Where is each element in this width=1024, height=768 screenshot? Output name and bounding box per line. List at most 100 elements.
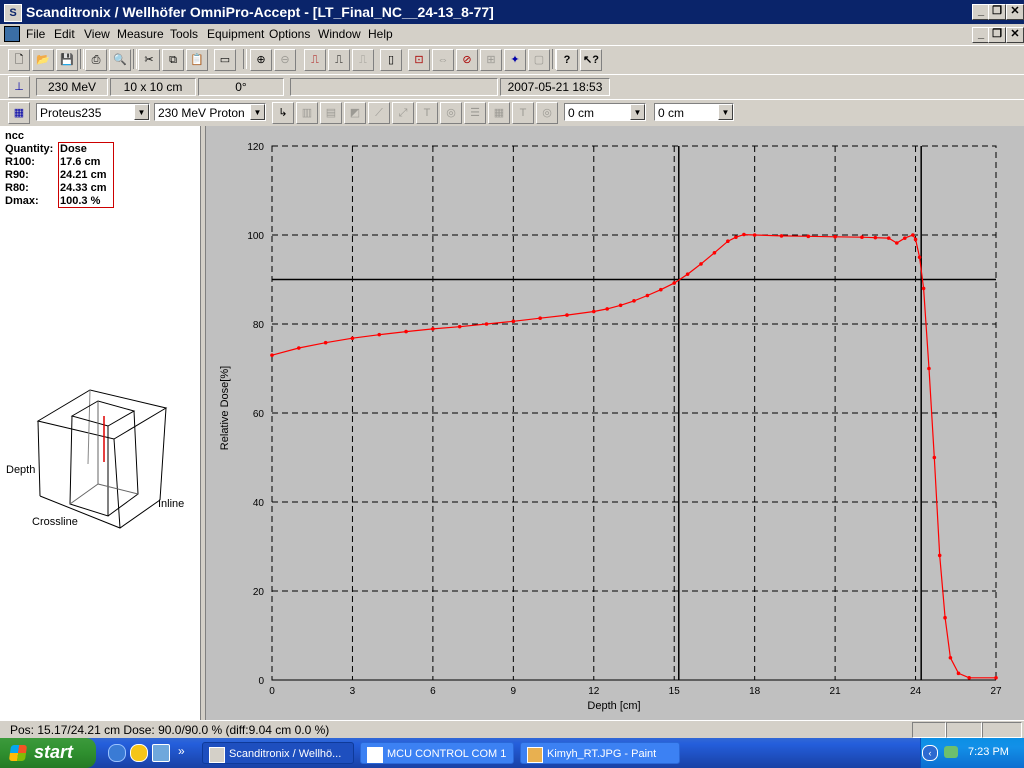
clock: 7:23 PM (968, 746, 1009, 758)
restore-button[interactable]: ❐ (988, 4, 1006, 20)
profile-compare-icon[interactable]: ⎍ (352, 49, 374, 71)
grid-icon[interactable]: ▦ (488, 102, 510, 124)
table-icon[interactable]: ▦ (8, 102, 30, 124)
task-paint[interactable]: Kimyh_RT.JPG - Paint (520, 742, 680, 764)
doc-close-button[interactable]: ✕ (1006, 27, 1024, 43)
y-tick-label: 20 (253, 587, 265, 598)
offset2-select[interactable]: 0 cm ▼ (654, 103, 734, 121)
data-point (911, 233, 915, 237)
ring-icon[interactable]: ◎ (440, 102, 462, 124)
inline-axis-label: Inline (158, 498, 185, 510)
diagonal-icon[interactable]: ◩ (344, 102, 366, 124)
network-icon[interactable] (944, 746, 958, 758)
media-player-icon[interactable] (130, 744, 148, 762)
menu-window[interactable]: Window (318, 27, 361, 41)
crossline-icon[interactable]: ▤ (320, 102, 342, 124)
frame-icon[interactable]: ▯ (380, 49, 402, 71)
data-point (685, 272, 690, 276)
zoom-out-icon[interactable]: ⊖ (274, 49, 296, 71)
dmax-label: Dmax: (5, 195, 39, 207)
document-icon[interactable] (4, 26, 20, 42)
scan-settings-icon[interactable]: ⊥ (8, 76, 30, 98)
chevron-down-icon[interactable]: ▼ (134, 104, 149, 120)
app-icon (209, 747, 225, 763)
menu-options[interactable]: Options (269, 27, 310, 41)
ruler-icon[interactable]: ⤢ (392, 102, 414, 124)
data-point (921, 286, 926, 291)
datetime-field: 2007-05-21 18:53 (500, 78, 610, 96)
display-icon[interactable]: ▭ (214, 49, 236, 71)
target-icon[interactable]: ◎ (536, 102, 558, 124)
inline-icon[interactable]: ▥ (296, 102, 318, 124)
data-point (967, 675, 971, 680)
ie-icon[interactable] (108, 744, 126, 762)
depth-dose-chart[interactable]: 0 3 6 9 12 15 18 21 24 27 0 20 40 60 80 100 120 Depth [c… (206, 126, 1024, 720)
beam-icon[interactable]: ✦ (504, 49, 526, 71)
help-icon[interactable]: ? (556, 49, 578, 71)
menu-edit[interactable]: Edit (54, 27, 75, 41)
export-icon[interactable]: ▢ (528, 49, 550, 71)
print-icon[interactable]: ⎙ (85, 49, 107, 71)
task-omnipro[interactable]: Scanditronix / Wellhö... (202, 742, 354, 764)
profile-icon[interactable]: ⎍ (304, 49, 326, 71)
chevron-down-icon[interactable]: ▼ (718, 104, 733, 120)
machine-select[interactable]: Proteus235 ▼ (36, 103, 150, 121)
beam-select-value: 230 MeV Proton (158, 106, 245, 120)
analysis-icon[interactable]: ⊞ (480, 49, 502, 71)
data-point (913, 237, 918, 242)
app-icon[interactable]: S (4, 4, 22, 22)
cut-icon[interactable]: ✂ (138, 49, 160, 71)
scan-type-icon[interactable]: ↳ (272, 102, 294, 124)
geometry-cube-diagram (36, 389, 168, 529)
task-mcu-control[interactable]: MCU CONTROL COM 1 (360, 742, 514, 764)
data-point (297, 346, 301, 350)
paste-icon[interactable]: 📋 (186, 49, 208, 71)
data-point (457, 324, 462, 329)
normalize-icon[interactable]: ⊘ (456, 49, 478, 71)
open-icon[interactable]: 📂 (32, 49, 54, 71)
status-panel (982, 722, 1022, 738)
y-tick-label: 120 (247, 142, 264, 153)
tray-expand-icon[interactable]: ‹ (922, 745, 938, 761)
y-tick-label: 80 (253, 320, 265, 331)
menu-tools[interactable]: Tools (170, 27, 198, 41)
center-icon[interactable]: ⊡ (408, 49, 430, 71)
offset1-select[interactable]: 0 cm ▼ (564, 103, 646, 121)
menu-help[interactable]: Help (368, 27, 393, 41)
lines-icon[interactable]: ☰ (464, 102, 486, 124)
chart-ticks: 0 3 6 9 12 15 18 21 24 27 0 20 40 60 80 100 120 (247, 142, 1002, 697)
x-tick-label: 24 (910, 686, 922, 697)
zoom-in-icon[interactable]: ⊕ (250, 49, 272, 71)
menu-bar: File Edit View Measure Tools Equipment O… (0, 24, 1024, 44)
desktop-icon[interactable] (152, 744, 170, 762)
save-icon[interactable]: 💾 (56, 49, 78, 71)
copy-icon[interactable]: ⧉ (162, 49, 184, 71)
new-icon[interactable]: 🗋 (8, 49, 30, 71)
chart-grid (271, 145, 997, 681)
tpr-icon[interactable]: T (512, 102, 534, 124)
depth-dose-icon[interactable]: ⟋ (368, 102, 390, 124)
y-tick-label: 60 (253, 409, 265, 420)
menu-equipment[interactable]: Equipment (207, 27, 264, 41)
print-preview-icon[interactable]: 🔍 (109, 49, 131, 71)
status-panel (912, 722, 946, 738)
doc-restore-button[interactable]: ❐ (988, 27, 1006, 43)
window-title: Scanditronix / Wellhöfer OmniPro-Accept … (26, 4, 494, 20)
menu-view[interactable]: View (84, 27, 110, 41)
chevron-down-icon[interactable]: ▼ (630, 104, 645, 120)
menu-file[interactable]: File (26, 27, 45, 41)
plot-area[interactable]: 0 3 6 9 12 15 18 21 24 27 0 20 40 60 80 100 120 Depth [c… (206, 126, 1024, 720)
profile-depth-icon[interactable]: ⎍ (328, 49, 350, 71)
quick-launch-more-icon[interactable]: » (178, 744, 185, 758)
beam-select[interactable]: 230 MeV Proton ▼ (154, 103, 266, 121)
context-help-icon[interactable]: ↖? (580, 49, 602, 71)
data-point (927, 366, 931, 371)
width-icon[interactable]: ⇔ (432, 49, 454, 71)
menu-measure[interactable]: Measure (117, 27, 164, 41)
tmr-icon[interactable]: T (416, 102, 438, 124)
status-text: Pos: 15.17/24.21 cm Dose: 90.0/90.0 % (d… (10, 723, 330, 737)
close-button[interactable]: ✕ (1006, 4, 1024, 20)
chevron-down-icon[interactable]: ▼ (250, 104, 265, 120)
start-button[interactable]: start (0, 738, 96, 768)
x-tick-label: 21 (830, 686, 842, 697)
